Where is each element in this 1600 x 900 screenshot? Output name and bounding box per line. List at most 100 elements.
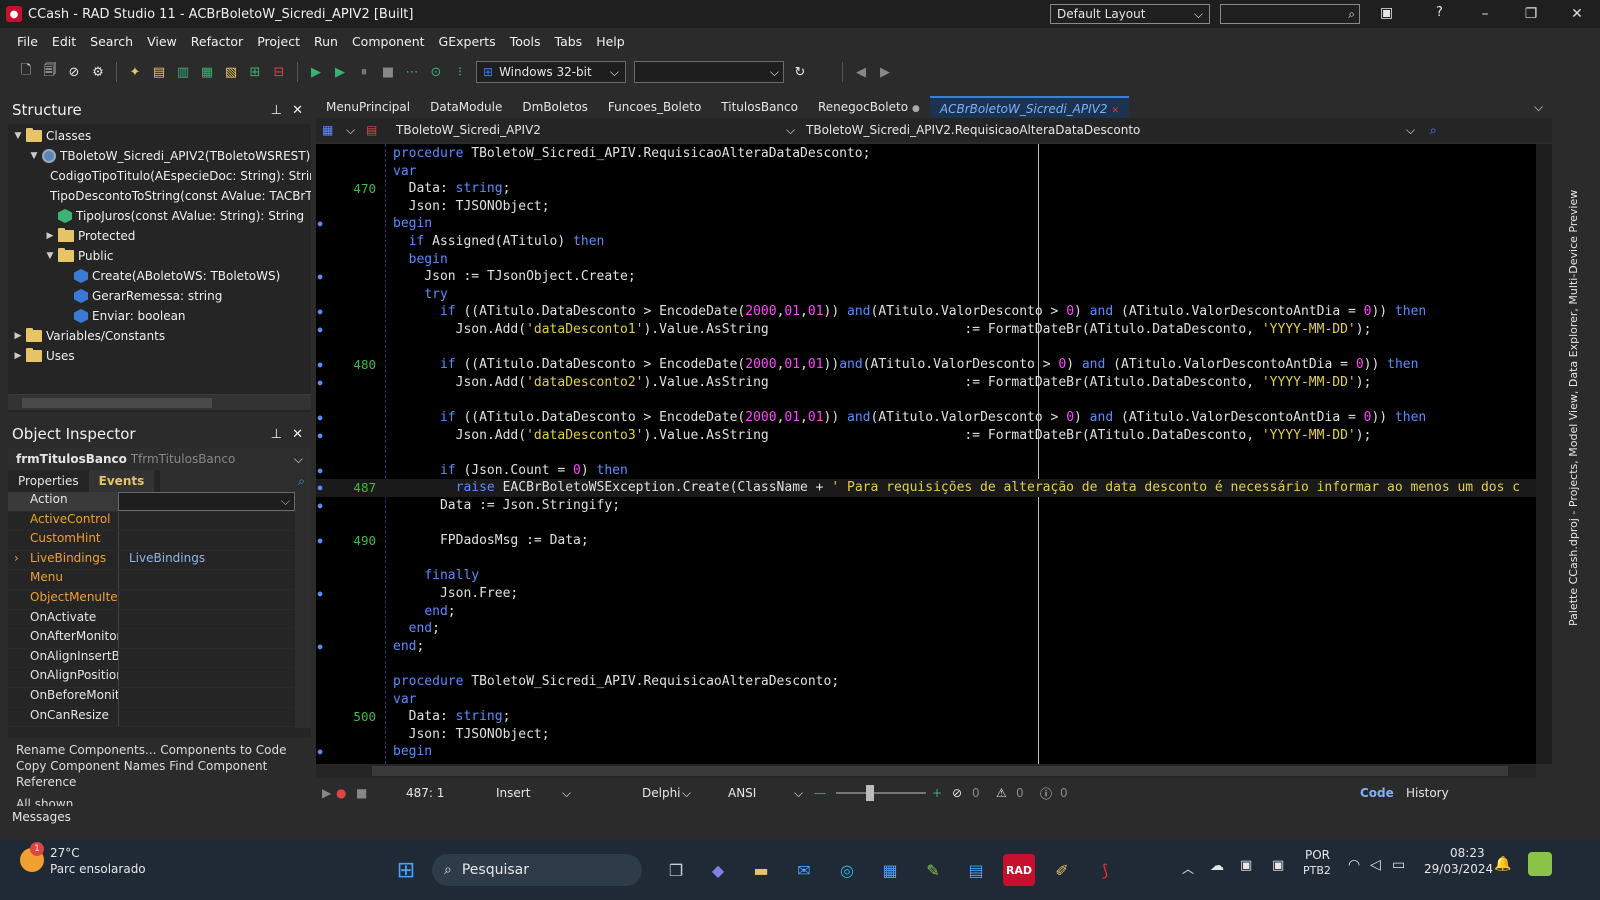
tools-icon[interactable]: ⚙ [89,63,107,81]
edge-icon[interactable]: ◎ [831,854,863,886]
code-line[interactable]: if Assigned(ATitulo) then [316,233,1536,251]
chevron-down-icon[interactable]: ⌵ [794,786,814,801]
breakpoint-marker-icon[interactable]: ● [316,638,324,656]
inspector-row[interactable]: OnBeforeMonitorDpiChanged [8,687,295,708]
expand-toggle-icon[interactable]: ▼ [12,131,24,141]
breakpoint-marker-icon[interactable]: ● [316,497,324,515]
ide-search-input[interactable]: ⌕ [1220,4,1360,24]
tab-history[interactable]: History [1406,786,1449,800]
onedrive-icon[interactable]: ☁ [1210,858,1224,874]
code-line[interactable]: ● Json := TJsonObject.Create; [316,268,1536,286]
build-config-select[interactable]: ⌵ [634,61,784,83]
breakpoint-marker-icon[interactable]: ● [316,585,324,603]
chevron-down-icon[interactable]: ⌵ [1406,123,1430,138]
layout-select[interactable]: Default Layout ⌵ [1050,4,1210,24]
editor-tab[interactable]: MenuPrincipal [316,96,420,118]
code-line[interactable]: end; [316,603,1536,621]
chevron-down-icon[interactable]: ⌵ [786,123,806,138]
file-explorer-icon[interactable]: ▬ [745,854,777,886]
inspector-actions-line1[interactable]: Rename Components... Components to Code [16,742,303,758]
inspector-row[interactable]: OnActivate [8,609,295,630]
close-icon[interactable]: ✕ [292,103,303,118]
menu-item-tools[interactable]: Tools [503,28,548,56]
inspector-row[interactable]: OnCanResize [8,707,295,728]
tab-events[interactable]: Events [88,470,155,492]
wifi-icon[interactable]: ◠ [1348,857,1360,873]
run-icon[interactable]: ▶ [307,63,325,81]
stop-macro-icon[interactable]: ■ [356,786,406,800]
menu-item-view[interactable]: View [140,28,184,56]
rad-studio-taskbar-icon[interactable]: RAD [1003,854,1035,886]
event-value[interactable] [118,707,295,727]
menu-item-refactor[interactable]: Refactor [184,28,250,56]
code-line[interactable]: var [316,691,1536,709]
event-value[interactable] [118,570,295,589]
back-icon[interactable]: ◀ [852,63,870,81]
chevron-down-icon[interactable]: ⌵ [682,786,728,801]
menu-item-file[interactable]: File [10,28,45,56]
code-line[interactable]: Json: TJSONObject; [316,198,1536,216]
tree-item[interactable]: CodigoTipoTitulo(AEspecieDoc: String): S… [8,166,311,186]
input-lang[interactable]: POR [1305,848,1330,862]
pause-icon[interactable]: ⏸ [355,63,373,81]
code-line[interactable]: ● Json.Add('dataDesconto1').Value.AsStri… [316,321,1536,339]
menu-item-tabs[interactable]: Tabs [548,28,590,56]
code-line[interactable] [316,391,1536,409]
expand-toggle-icon[interactable]: ▼ [44,251,56,261]
zoom-out-icon[interactable]: — [814,786,830,800]
clock-time[interactable]: 08:23 [1450,846,1485,860]
help-icon[interactable]: ? [1436,5,1443,20]
editor-tab[interactable]: TitulosBanco [711,96,808,118]
tree-item[interactable]: Enviar: boolean [8,306,311,326]
tray-app-icon[interactable]: ▣ [1240,858,1252,873]
code-line[interactable]: ● if (Json.Count = 0) then [316,462,1536,480]
target-platform-select[interactable]: ⊞ Windows 32-bit ⌵ [476,61,626,83]
inspector-row[interactable]: Action ⌵ [8,492,295,512]
expand-toggle-icon[interactable]: ▶ [12,351,24,361]
inspector-row[interactable]: Menu [8,570,295,590]
inspector-row[interactable]: ActiveControl [8,511,295,532]
breakpoint-marker-icon[interactable]: ● [316,321,324,339]
code-line[interactable]: finally [316,567,1536,585]
code-line[interactable]: begin [316,251,1536,269]
open-project-icon[interactable]: ▧ [222,63,240,81]
step-over-icon[interactable]: ⋯ [403,63,421,81]
expand-toggle-icon[interactable]: › [14,551,19,565]
editor-tab[interactable]: Funcoes_Boleto [598,96,711,118]
breakpoint-marker-icon[interactable]: ● [316,427,324,445]
nav-class-select[interactable]: TBoletoW_Sicredi_APIV2 [396,123,786,137]
nav-method-select[interactable]: TBoletoW_Sicredi_APIV2.RequisicaoAlteraD… [806,123,1406,137]
task-view-icon[interactable]: ❐ [660,854,692,886]
tab-properties[interactable]: Properties [8,470,89,492]
event-value[interactable] [118,511,295,531]
editor-tab[interactable]: RenegocBoleto ● [808,96,930,118]
remove-from-project-icon[interactable]: ⊟ [270,63,288,81]
notes-icon[interactable]: ▤ [960,854,992,886]
remove-icon[interactable]: ⊘ [65,63,83,81]
input-layout[interactable]: PTB2 [1303,864,1331,877]
close-button[interactable]: ✕ [1554,0,1600,28]
teams-icon[interactable]: ◆ [702,854,734,886]
breakpoint-marker-icon[interactable]: ● [316,409,324,427]
inspector-actions-line2[interactable]: Copy Component Names Find Component Refe… [16,758,303,790]
record-macro-icon[interactable]: ● [336,786,356,800]
volume-icon[interactable]: ◁ [1370,857,1381,873]
event-value[interactable] [118,629,295,648]
code-line[interactable]: procedure TBoletoW_Sicredi_APIV.Requisic… [316,145,1536,163]
tree-item[interactable]: Create(ABoletoWS: TBoletoWS) [8,266,311,286]
code-line[interactable] [316,550,1536,568]
tree-item[interactable]: TipoDescontoToString(const AValue: TACBr… [8,186,311,206]
inspector-row[interactable]: › LiveBindings LiveBindings [8,550,295,571]
event-value[interactable] [118,687,295,707]
tree-item[interactable]: ▼ Classes [8,126,311,146]
code-line[interactable]: Json: TJSONObject; [316,726,1536,744]
pin-icon[interactable]: ⊥ [271,103,282,118]
expand-toggle-icon[interactable]: ▶ [12,331,24,341]
run-without-debug-icon[interactable]: ▶ [331,63,349,81]
breakpoint-marker-icon[interactable]: ● [316,374,324,392]
expand-toggle-icon[interactable]: ▶ [44,231,56,241]
pdf-icon[interactable]: ⟆ [1089,854,1121,886]
event-value[interactable] [118,589,295,609]
editor-horizontal-scrollbar[interactable] [316,764,1536,778]
new-file-icon[interactable]: ✦ [126,63,144,81]
